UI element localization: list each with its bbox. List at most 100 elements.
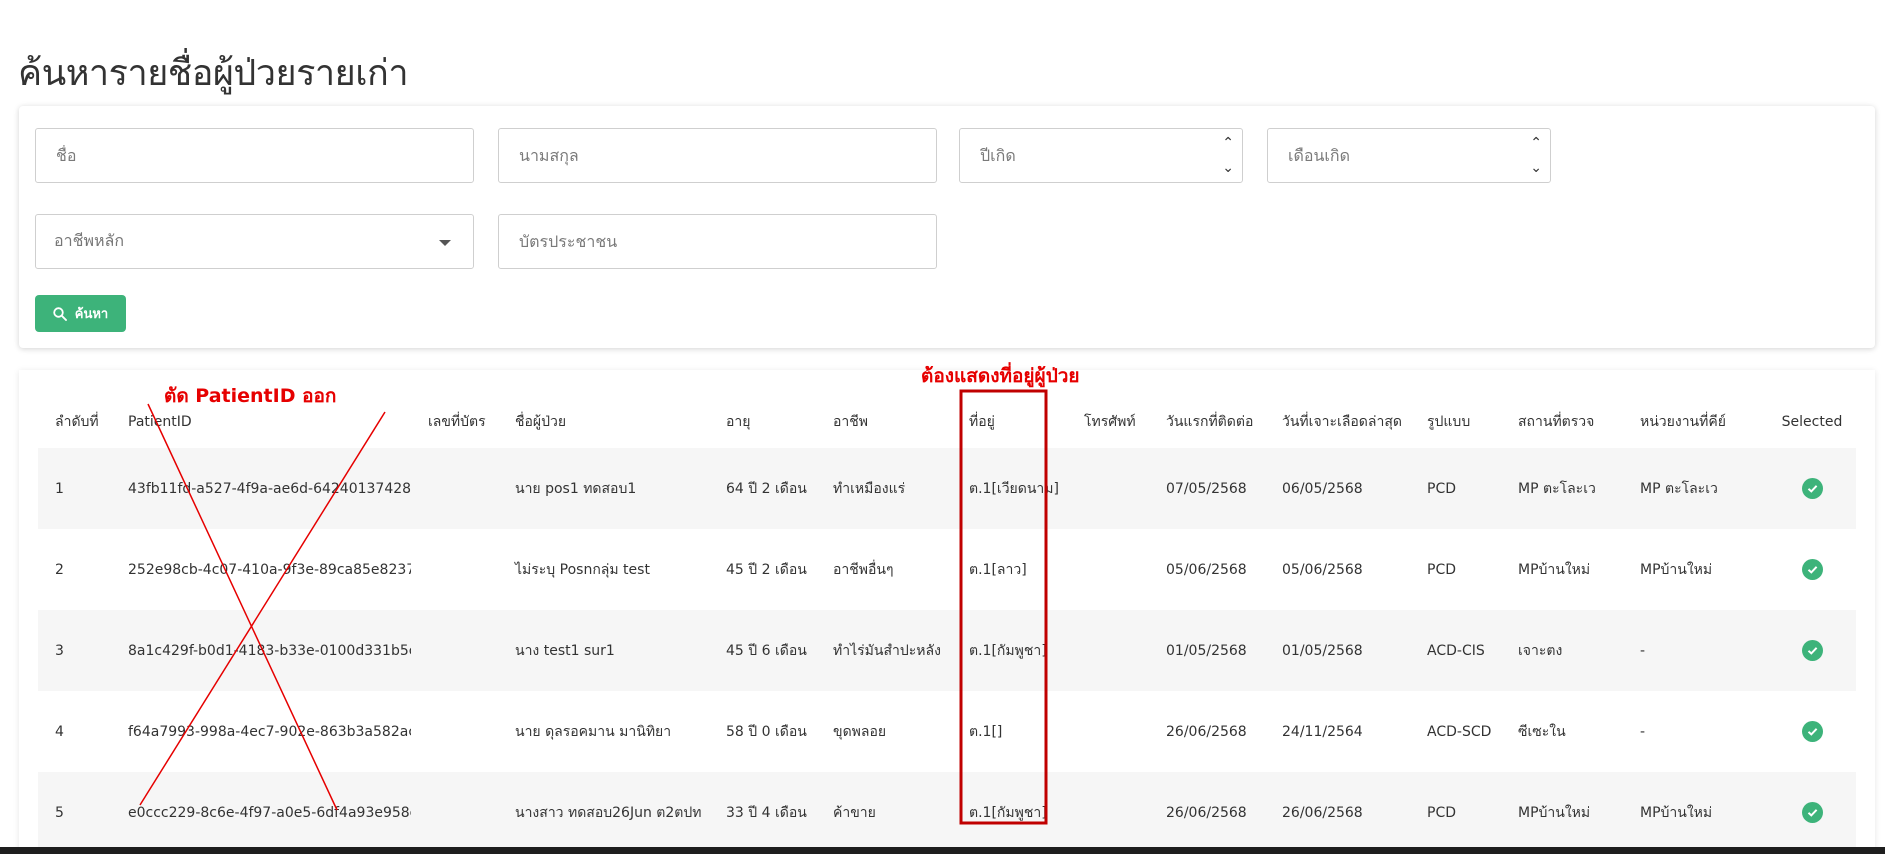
cell-format: ACD-CIS	[1410, 610, 1501, 691]
cell-address: ต.1[เวียดนาม]	[952, 448, 1067, 529]
cell-no: 2	[55, 561, 64, 578]
cell-age: 58 ปี 0 เดือน	[726, 723, 807, 740]
cell-selected[interactable]	[1768, 772, 1856, 853]
birth-month-input[interactable]	[1286, 145, 1532, 166]
cell-no: 4	[55, 723, 64, 740]
cell-name: นาง test1 sur1	[498, 610, 709, 691]
column-header-test-site[interactable]: สถานที่ตรวจ	[1501, 390, 1623, 448]
check-circle-icon[interactable]	[1801, 559, 1823, 580]
chevron-down-icon[interactable]: ⌄	[1530, 159, 1542, 177]
cell-test-site: MPบ้านใหม่	[1518, 561, 1591, 578]
cell-name: ไม่ระบุ Posnกลุ่ม test	[515, 561, 650, 578]
column-header-occupation[interactable]: อาชีพ	[816, 390, 952, 448]
table-row[interactable]: 4 f64a7993-998a-4ec7-902e-863b3a582acf น…	[38, 691, 1856, 772]
cell-test-site: ซีเซะใน	[1518, 723, 1566, 740]
cell-address: ต.1[กัมพูชา]	[952, 772, 1067, 853]
column-header-card-no[interactable]: เลขที่บัตร	[411, 390, 498, 448]
cell-name: นาย ดุลรอคมาน มานิทิยา	[515, 723, 672, 740]
cell-last-blood-test: 24/11/2564	[1282, 723, 1363, 740]
cell-age: 64 ปี 2 เดือน	[709, 448, 816, 529]
column-header-first-contact[interactable]: วันแรกที่ติดต่อ	[1149, 390, 1265, 448]
cell-test-site: MPบ้านใหม่	[1501, 772, 1623, 853]
cell-occupation: ขุดพลอย	[833, 723, 887, 740]
check-circle-icon[interactable]	[1801, 802, 1823, 823]
national-id-field[interactable]	[498, 214, 937, 269]
cell-first-contact: 07/05/2568	[1149, 448, 1265, 529]
cell-patient-id: 252e98cb-4c07-410a-9f3e-89ca85e82378	[128, 561, 411, 578]
caret-down-icon	[439, 240, 451, 246]
cell-keyed-unit: -	[1623, 610, 1768, 691]
column-header-last-blood-test[interactable]: วันที่เจาะเลือดล่าสุด	[1265, 390, 1410, 448]
cell-patient-id: 8a1c429f-b0d1-4183-b33e-0100d331b5c9	[111, 610, 411, 691]
cell-card-no	[411, 691, 498, 772]
search-button[interactable]: ค้นหา	[35, 295, 126, 332]
cell-age: 45 ปี 6 เดือน	[709, 610, 816, 691]
first-name-input[interactable]	[54, 145, 455, 166]
cell-occupation: ค้าขาย	[816, 772, 952, 853]
cell-patient-id: 43fb11fd-a527-4f9a-ae6d-64240137428d	[111, 448, 411, 529]
cell-address: ต.1[กัมพูชา]	[952, 610, 1067, 691]
birth-month-stepper[interactable]: ⌃ ⌄	[1267, 128, 1551, 183]
cell-phone	[1067, 610, 1149, 691]
birth-month-spin-buttons[interactable]: ⌃ ⌄	[1530, 134, 1542, 177]
birth-year-input[interactable]	[978, 145, 1224, 166]
cell-selected[interactable]	[1768, 610, 1856, 691]
cell-no: 1	[38, 448, 111, 529]
table-row[interactable]: 2 252e98cb-4c07-410a-9f3e-89ca85e82378 ไ…	[38, 529, 1856, 610]
cell-first-contact: 01/05/2568	[1149, 610, 1265, 691]
last-name-input[interactable]	[517, 145, 918, 166]
cell-age: 45 ปี 2 เดือน	[726, 561, 807, 578]
occupation-select-value: อาชีพหลัก	[54, 231, 125, 250]
check-circle-icon[interactable]	[1801, 478, 1823, 499]
annotation-remove-patient-id: ตัด PatientID ออก	[164, 385, 337, 407]
column-header-address[interactable]: ที่อยู่	[952, 390, 1067, 448]
column-header-format[interactable]: รูปแบบ	[1410, 390, 1501, 448]
cell-phone	[1067, 691, 1149, 772]
birth-year-spin-buttons[interactable]: ⌃ ⌄	[1222, 134, 1234, 177]
cell-first-contact: 26/06/2568	[1166, 723, 1247, 740]
column-header-keyed-unit[interactable]: หน่วยงานที่คีย์	[1623, 390, 1768, 448]
column-header-selected[interactable]: Selected	[1768, 390, 1856, 448]
check-circle-icon[interactable]	[1801, 640, 1823, 661]
national-id-input[interactable]	[517, 231, 918, 252]
chevron-up-icon[interactable]: ⌃	[1530, 134, 1542, 152]
cell-no: 5	[38, 772, 111, 853]
table-row[interactable]: 1 43fb11fd-a527-4f9a-ae6d-64240137428d น…	[38, 448, 1856, 529]
last-name-field[interactable]	[498, 128, 937, 183]
column-header-phone[interactable]: โทรศัพท์	[1067, 390, 1149, 448]
cell-keyed-unit: MPบ้านใหม่	[1640, 561, 1713, 578]
cell-age: 33 ปี 4 เดือน	[709, 772, 816, 853]
cell-first-contact: 26/06/2568	[1149, 772, 1265, 853]
chevron-up-icon[interactable]: ⌃	[1222, 134, 1234, 152]
cell-address: ต.1[]	[969, 723, 1003, 740]
cell-test-site: เจาะตง	[1501, 610, 1623, 691]
cell-card-no	[411, 448, 498, 529]
column-header-name[interactable]: ชื่อผู้ป่วย	[498, 390, 709, 448]
patients-table: ลำดับที่ PatientID เลขที่บัตร ชื่อผู้ป่ว…	[38, 390, 1856, 853]
annotation-show-address: ต้องแสดงที่อยู่ผู้ป่วย	[921, 365, 1080, 387]
occupation-select[interactable]: อาชีพหลัก	[35, 214, 474, 269]
cell-name: นางสาว ทดสอบ26Jun ต2ตปท	[498, 772, 709, 853]
cell-selected[interactable]	[1768, 448, 1856, 529]
cell-last-blood-test: 01/05/2568	[1265, 610, 1410, 691]
cell-phone	[1067, 448, 1149, 529]
cell-card-no	[411, 772, 498, 853]
cell-format: ACD-SCD	[1427, 723, 1492, 740]
cell-name: นาย pos1 ทดสอบ1	[498, 448, 709, 529]
search-icon	[53, 306, 67, 321]
cell-last-blood-test: 06/05/2568	[1265, 448, 1410, 529]
first-name-field[interactable]	[35, 128, 474, 183]
cell-phone	[1067, 772, 1149, 853]
cell-selected[interactable]	[1768, 691, 1856, 772]
cell-occupation: ทำเหมืองแร่	[816, 448, 952, 529]
table-row[interactable]: 3 8a1c429f-b0d1-4183-b33e-0100d331b5c9 น…	[38, 610, 1856, 691]
birth-year-stepper[interactable]: ⌃ ⌄	[959, 128, 1243, 183]
cell-selected[interactable]	[1768, 529, 1856, 610]
chevron-down-icon[interactable]: ⌄	[1222, 159, 1234, 177]
table-row[interactable]: 5 e0ccc229-8c6e-4f97-a0e5-6df4a93e958e น…	[38, 772, 1856, 853]
check-circle-icon[interactable]	[1801, 721, 1823, 742]
column-header-age[interactable]: อายุ	[709, 390, 816, 448]
cell-card-no	[411, 529, 498, 610]
column-header-no[interactable]: ลำดับที่	[38, 390, 111, 448]
cell-patient-id: e0ccc229-8c6e-4f97-a0e5-6df4a93e958e	[111, 772, 411, 853]
